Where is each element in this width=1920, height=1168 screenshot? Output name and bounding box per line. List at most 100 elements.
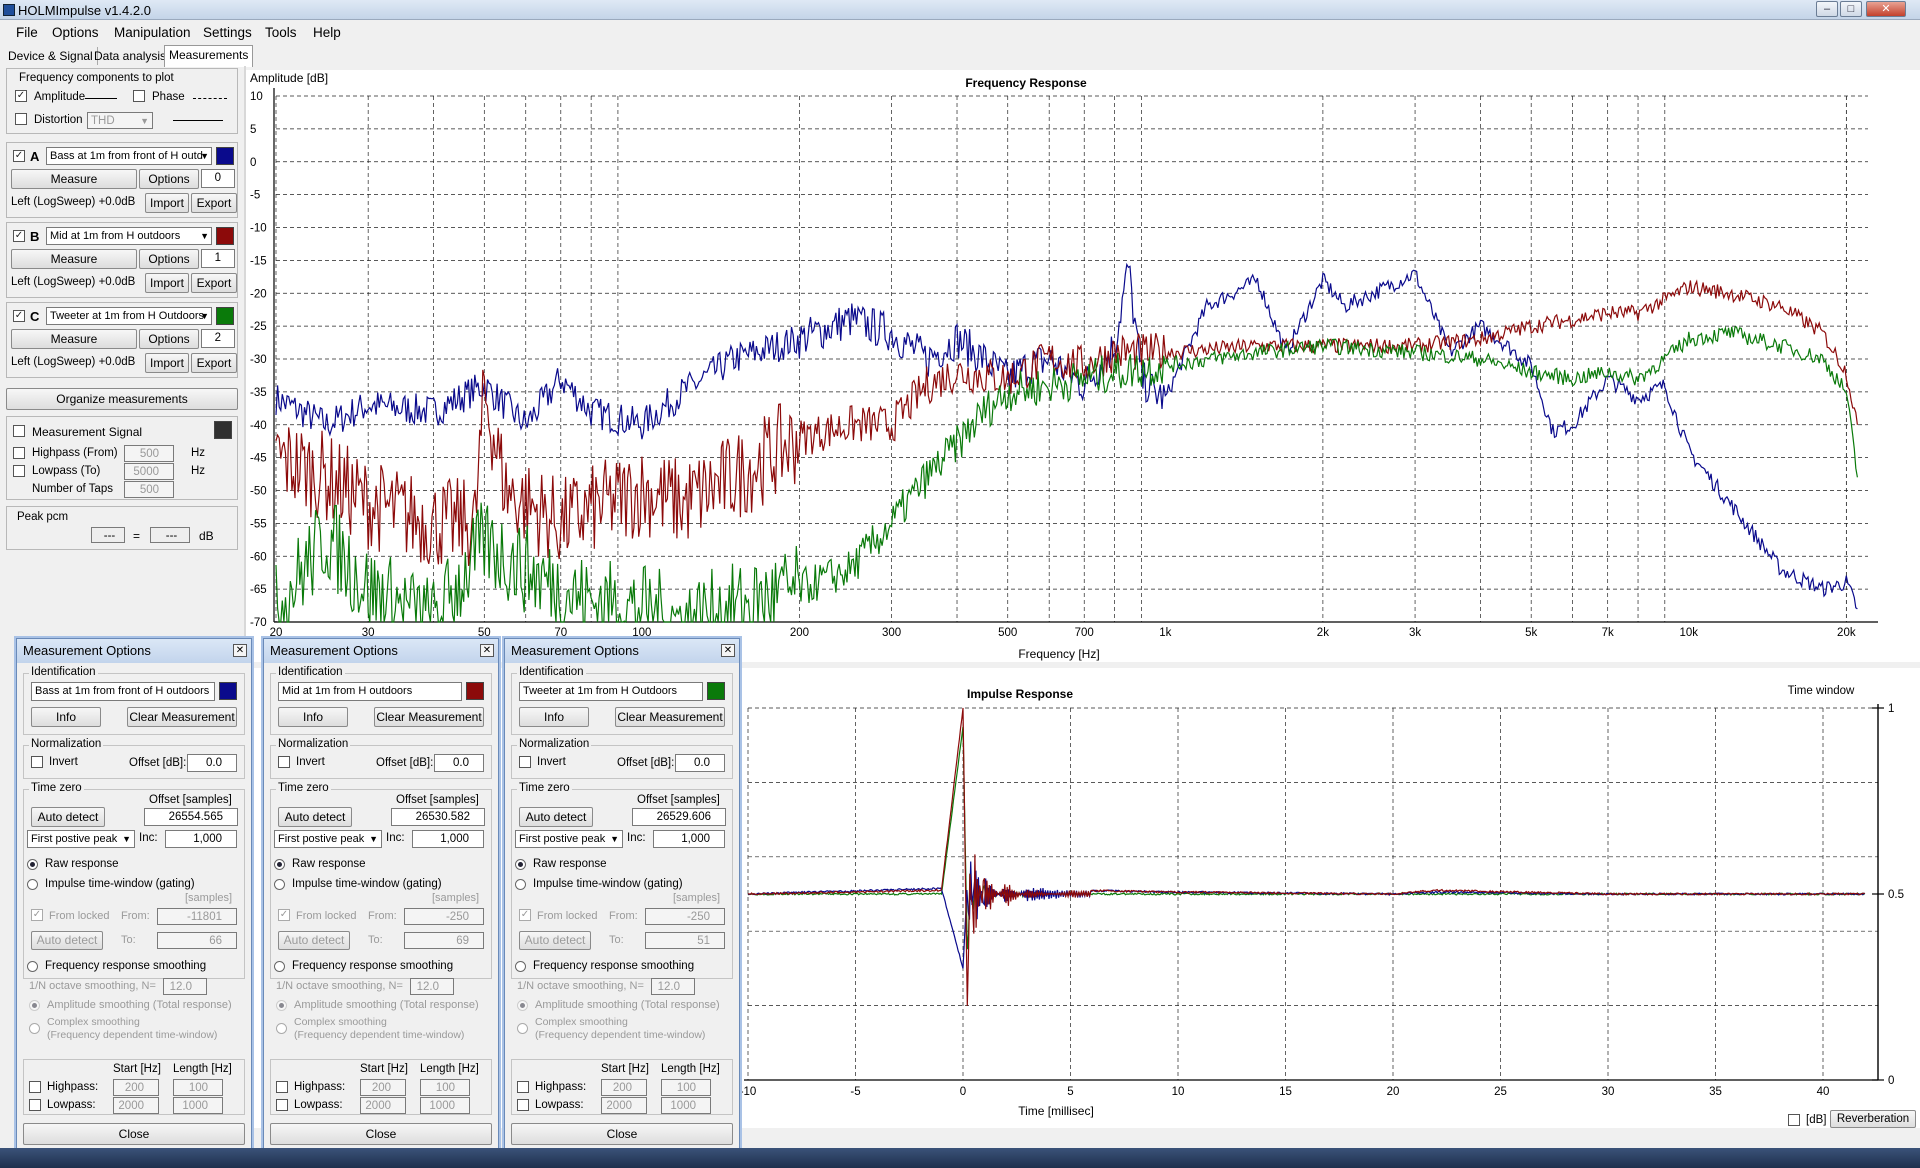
export-c-button[interactable]: Export bbox=[191, 353, 237, 373]
lowpass-start-field[interactable]: 2000 bbox=[360, 1097, 406, 1114]
distortion-select[interactable]: THD ▼ bbox=[87, 112, 153, 129]
to-field[interactable]: 66 bbox=[157, 932, 237, 949]
import-c-button[interactable]: Import bbox=[145, 353, 189, 373]
measurement-b-checkbox[interactable]: ✓ bbox=[13, 230, 25, 242]
auto-detect-button[interactable]: Auto detect bbox=[519, 807, 593, 827]
dialog-close-button[interactable]: Close bbox=[511, 1123, 733, 1145]
clear-measurement-button[interactable]: Clear Measurement bbox=[127, 707, 237, 727]
from-field[interactable]: -250 bbox=[404, 908, 484, 925]
gating-auto-detect-button[interactable]: Auto detect bbox=[278, 931, 350, 950]
filter-highpass-checkbox[interactable] bbox=[517, 1081, 529, 1093]
from-locked-checkbox[interactable]: ✓ bbox=[278, 909, 290, 921]
inc-field[interactable]: 1,000 bbox=[653, 830, 725, 848]
gating-radio[interactable] bbox=[515, 879, 526, 890]
options-c-button[interactable]: Options bbox=[139, 329, 199, 349]
offset-samples-field[interactable]: 26554.565 bbox=[144, 808, 238, 826]
highpass-length-field[interactable]: 100 bbox=[173, 1079, 223, 1096]
octave-field[interactable]: 12.0 bbox=[410, 978, 454, 995]
info-button[interactable]: Info bbox=[519, 707, 589, 727]
highpass-field[interactable]: 500 bbox=[124, 445, 174, 462]
menu-help[interactable]: Help bbox=[313, 25, 341, 40]
menu-tools[interactable]: Tools bbox=[265, 25, 297, 40]
lowpass-length-field[interactable]: 1000 bbox=[420, 1097, 470, 1114]
info-button[interactable]: Info bbox=[31, 707, 101, 727]
menu-options[interactable]: Options bbox=[52, 25, 99, 40]
measurement-b-index[interactable]: 1 bbox=[201, 249, 235, 268]
measurement-c-checkbox[interactable]: ✓ bbox=[13, 310, 25, 322]
export-b-button[interactable]: Export bbox=[191, 273, 237, 293]
smoothing-radio[interactable] bbox=[27, 961, 38, 972]
menu-settings[interactable]: Settings bbox=[203, 25, 252, 40]
octave-field[interactable]: 12.0 bbox=[163, 978, 207, 995]
measure-c-button[interactable]: Measure bbox=[11, 329, 137, 349]
offset-samples-field[interactable]: 26530.582 bbox=[391, 808, 485, 826]
lowpass-checkbox[interactable] bbox=[13, 465, 25, 477]
amplitude-checkbox[interactable]: ✓ bbox=[15, 90, 27, 102]
measurement-signal-checkbox[interactable] bbox=[13, 425, 25, 437]
frequency-response-chart[interactable]: Amplitude [dB] Frequency Response Freque… bbox=[246, 70, 1920, 662]
dialog-title-bar[interactable]: Measurement Options ✕ bbox=[264, 639, 498, 663]
tab-measurements[interactable]: Measurements bbox=[164, 45, 254, 67]
measurement-name-field[interactable]: Mid at 1m from H outdoors bbox=[278, 682, 462, 701]
measurement-color-swatch[interactable] bbox=[219, 682, 237, 700]
tab-data-analysis[interactable]: Data analysis bbox=[90, 47, 172, 65]
filter-highpass-checkbox[interactable] bbox=[29, 1081, 41, 1093]
distortion-checkbox[interactable] bbox=[15, 113, 27, 125]
db-checkbox[interactable] bbox=[1788, 1114, 1800, 1126]
signal-color-swatch[interactable] bbox=[214, 421, 232, 439]
lowpass-start-field[interactable]: 2000 bbox=[113, 1097, 159, 1114]
taps-field[interactable]: 500 bbox=[124, 481, 174, 498]
measurement-a-select[interactable]: Bass at 1m from front of H outd ▼ bbox=[46, 147, 212, 165]
filter-highpass-checkbox[interactable] bbox=[276, 1081, 288, 1093]
measurement-b-select[interactable]: Mid at 1m from H outdoors ▼ bbox=[46, 227, 212, 245]
smoothing-radio[interactable] bbox=[274, 961, 285, 972]
smoothing-radio[interactable] bbox=[515, 961, 526, 972]
invert-checkbox[interactable] bbox=[31, 756, 43, 768]
raw-response-radio[interactable] bbox=[515, 859, 526, 870]
measurement-name-field[interactable]: Tweeter at 1m from H Outdoors bbox=[519, 682, 703, 701]
highpass-length-field[interactable]: 100 bbox=[420, 1079, 470, 1096]
raw-response-radio[interactable] bbox=[27, 859, 38, 870]
peak-mode-select[interactable]: First postive peak ▼ bbox=[515, 830, 623, 848]
measurement-a-index[interactable]: 0 bbox=[201, 169, 235, 188]
from-field[interactable]: -11801 bbox=[157, 908, 237, 925]
inc-field[interactable]: 1,000 bbox=[412, 830, 484, 848]
close-icon[interactable]: ✕ bbox=[1866, 1, 1906, 17]
menu-manipulation[interactable]: Manipulation bbox=[114, 25, 191, 40]
measurement-c-select[interactable]: Tweeter at 1m from H Outdoors ▼ bbox=[46, 307, 212, 325]
invert-checkbox[interactable] bbox=[278, 756, 290, 768]
options-a-button[interactable]: Options bbox=[139, 169, 199, 189]
offset-db-field[interactable]: 0.0 bbox=[434, 754, 484, 772]
measurement-color-swatch[interactable] bbox=[707, 682, 725, 700]
octave-field[interactable]: 12.0 bbox=[651, 978, 695, 995]
to-field[interactable]: 51 bbox=[645, 932, 725, 949]
measure-b-button[interactable]: Measure bbox=[11, 249, 137, 269]
phase-checkbox[interactable] bbox=[133, 90, 145, 102]
gating-radio[interactable] bbox=[27, 879, 38, 890]
tab-device-signal[interactable]: Device & Signal bbox=[4, 47, 98, 65]
amplitude-smoothing-radio[interactable] bbox=[276, 1000, 287, 1011]
options-b-button[interactable]: Options bbox=[139, 249, 199, 269]
measurement-b-color[interactable] bbox=[216, 227, 234, 245]
to-field[interactable]: 69 bbox=[404, 932, 484, 949]
from-locked-checkbox[interactable]: ✓ bbox=[519, 909, 531, 921]
maximize-icon[interactable]: □ bbox=[1840, 1, 1862, 17]
import-b-button[interactable]: Import bbox=[145, 273, 189, 293]
from-field[interactable]: -250 bbox=[645, 908, 725, 925]
close-icon[interactable]: ✕ bbox=[480, 644, 494, 657]
offset-db-field[interactable]: 0.0 bbox=[187, 754, 237, 772]
clear-measurement-button[interactable]: Clear Measurement bbox=[615, 707, 725, 727]
lowpass-length-field[interactable]: 1000 bbox=[173, 1097, 223, 1114]
highpass-start-field[interactable]: 200 bbox=[360, 1079, 406, 1096]
reverberation-button[interactable]: Reverberation bbox=[1830, 1110, 1916, 1128]
complex-smoothing-radio[interactable] bbox=[29, 1023, 40, 1034]
organize-measurements-button[interactable]: Organize measurements bbox=[6, 388, 238, 410]
lowpass-start-field[interactable]: 2000 bbox=[601, 1097, 647, 1114]
close-icon[interactable]: ✕ bbox=[721, 644, 735, 657]
filter-lowpass-checkbox[interactable] bbox=[29, 1099, 41, 1111]
amplitude-smoothing-radio[interactable] bbox=[517, 1000, 528, 1011]
auto-detect-button[interactable]: Auto detect bbox=[31, 807, 105, 827]
dialog-title-bar[interactable]: Measurement Options ✕ bbox=[17, 639, 251, 663]
filter-lowpass-checkbox[interactable] bbox=[276, 1099, 288, 1111]
export-a-button[interactable]: Export bbox=[191, 193, 237, 213]
